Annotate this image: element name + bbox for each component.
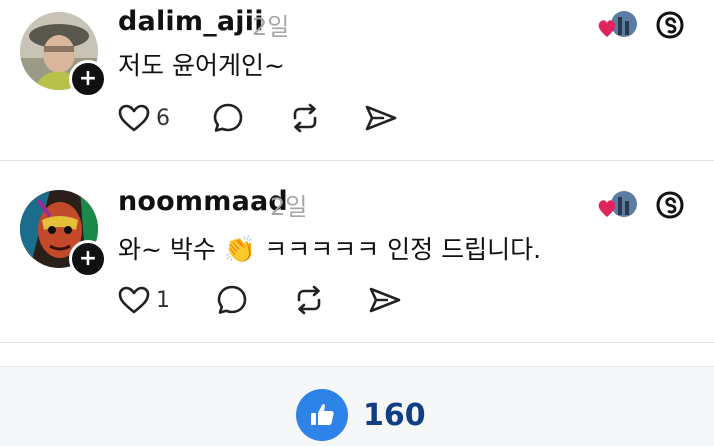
thumbs-up-icon [311, 404, 334, 425]
comment-text: 저도 윤어게인~ [118, 51, 285, 80]
liked-by-avatar-with-heart [598, 191, 637, 217]
like-count: 1 [156, 287, 170, 313]
heart-icon [118, 104, 150, 132]
timestamp: 2일 [252, 13, 290, 41]
follow-plus-button[interactable]: + [69, 60, 107, 98]
comment-divider [0, 342, 714, 343]
follow-plus-button[interactable]: + [69, 240, 107, 278]
like-button[interactable]: 6 [118, 103, 170, 133]
comment-text-end: ㅋㅋㅋㅋㅋ 인정 드립니다. [264, 235, 542, 264]
reply-button[interactable] [216, 284, 248, 316]
comment-actions: 1 [118, 284, 402, 316]
comment-actions: 6 [118, 102, 398, 134]
share-button[interactable] [364, 103, 398, 133]
comment-text-start: 와~ 박수 [118, 235, 216, 264]
comment-item: + dalim_ajii 2일 저도 윤어게인~ 6 [0, 0, 714, 160]
heart-icon [118, 286, 150, 314]
threads-logo-icon[interactable] [655, 10, 685, 40]
like-reaction-button[interactable] [296, 389, 348, 441]
comment-top-icons [597, 188, 685, 222]
plus-icon: + [78, 246, 98, 271]
like-button[interactable]: 1 [118, 285, 170, 315]
comment-bubble-icon [213, 103, 243, 132]
username[interactable]: dalim_ajii [118, 6, 264, 37]
comment-item: + noommaad 2일 와~ 박수 👏 ㅋㅋㅋㅋㅋ 인정 드립니다. 1 [0, 162, 714, 342]
clapping-hands-emoji: 👏 [223, 235, 257, 265]
repost-icon [293, 103, 317, 133]
timestamp: 2일 [270, 193, 308, 221]
threads-logo-icon[interactable] [655, 190, 685, 220]
comment-divider [0, 160, 714, 161]
liked-by-avatar-with-heart [598, 11, 637, 37]
like-count: 6 [156, 105, 170, 131]
repost-icon [297, 285, 321, 315]
comment-top-icons [597, 8, 685, 42]
plus-icon: + [78, 66, 98, 91]
comment-bubble-icon [217, 285, 247, 314]
send-icon [365, 105, 397, 131]
share-button[interactable] [368, 285, 402, 315]
reply-button[interactable] [212, 102, 244, 134]
send-icon [369, 287, 401, 313]
repost-button[interactable] [288, 102, 322, 134]
comment-text: 와~ 박수 👏 ㅋㅋㅋㅋㅋ 인정 드립니다. [118, 230, 541, 266]
reaction-footer: 160 [0, 366, 714, 446]
username[interactable]: noommaad [118, 186, 288, 217]
total-like-count: 160 [363, 398, 426, 433]
repost-button[interactable] [292, 284, 326, 316]
